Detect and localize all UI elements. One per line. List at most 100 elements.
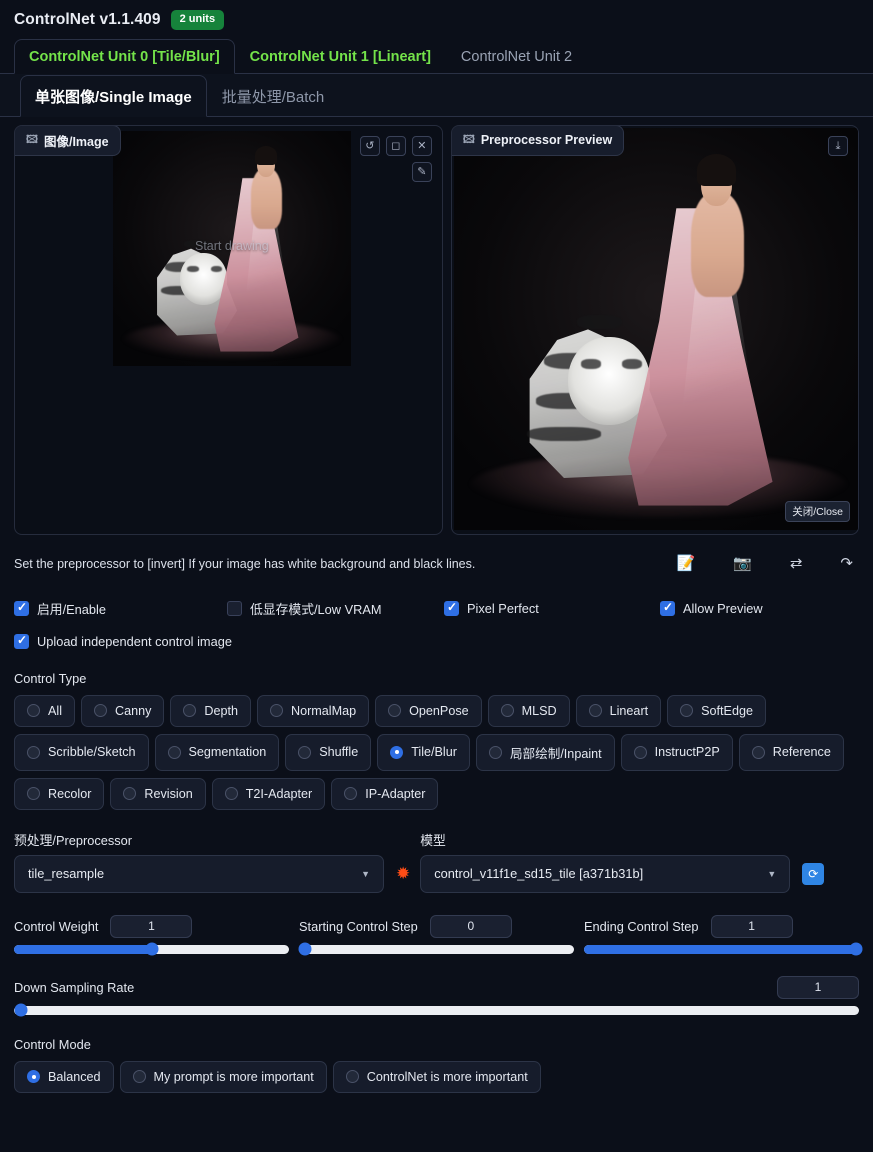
preprocessor-preview-pane[interactable]: 🖾 Preprocessor Preview ⤓ 关闭/Close	[450, 124, 859, 535]
preprocessor-dropdown[interactable]: tile_resample ▼	[14, 854, 384, 893]
radio-icon[interactable]	[388, 704, 402, 718]
control-type-scribble-sketch[interactable]: Scribble/Sketch	[14, 733, 149, 771]
radio-icon[interactable]	[123, 787, 137, 801]
control-type-label-revision: Revision	[144, 786, 193, 801]
send-arrow-icon[interactable]: ↷	[840, 556, 853, 571]
radio-icon[interactable]	[27, 1070, 40, 1084]
radio-icon[interactable]	[27, 745, 40, 759]
control-type-inpaint[interactable]: 局部绘制/Inpaint	[475, 733, 615, 771]
camera-icon[interactable]: 📷	[733, 556, 752, 571]
radio-icon[interactable]	[27, 787, 40, 801]
hint-row: Set the preprocessor to [invert] If your…	[14, 545, 859, 583]
low-vram-checkbox-box[interactable]	[227, 600, 242, 616]
radio-icon[interactable]	[390, 745, 404, 759]
checkbox-upload-independent-control-image[interactable]: Upload independent control image	[14, 633, 232, 649]
eraser-icon[interactable]: ◻	[385, 135, 406, 156]
checkbox-pixel-perfect[interactable]: Pixel Perfect	[444, 600, 660, 616]
control-weight-knob[interactable]	[145, 942, 158, 956]
edit-document-icon[interactable]: 📝	[676, 556, 695, 571]
control-type-canny[interactable]: Canny	[81, 694, 165, 727]
radio-icon[interactable]	[27, 704, 40, 718]
control-mode-balanced[interactable]: Balanced	[14, 1060, 114, 1093]
radio-icon[interactable]	[224, 787, 238, 801]
down-sampling-rate-track[interactable]	[14, 1003, 859, 1017]
input-image-pane[interactable]: 🖾 图像/Image ↺ ◻ ✕ ✎ Start drawing	[14, 124, 443, 535]
checkbox-enable[interactable]: 启用/Enable	[14, 599, 227, 618]
tab-controlnet-unit-2[interactable]: ControlNet Unit 2	[446, 39, 587, 74]
control-type-label-recolor: Recolor	[48, 786, 92, 801]
allow-preview-checkbox-box[interactable]	[660, 600, 675, 616]
radio-icon[interactable]	[167, 745, 181, 759]
starting-step-knob[interactable]	[298, 942, 311, 956]
tab-controlnet-unit-1[interactable]: ControlNet Unit 1 [Lineart]	[235, 39, 446, 74]
control-type-openpose[interactable]: OpenPose	[375, 694, 482, 727]
ending-control-step-slider: Ending Control Step 1	[584, 914, 863, 956]
control-type-softedge[interactable]: SoftEdge	[667, 694, 766, 727]
preprocessor-value: tile_resample	[28, 866, 105, 882]
control-type-mlsd[interactable]: MLSD	[487, 694, 570, 727]
close-icon[interactable]: ✕	[411, 135, 432, 156]
brush-icon[interactable]: ✎	[411, 161, 432, 182]
ending-step-track[interactable]	[584, 942, 863, 956]
control-type-tile-blur[interactable]: Tile/Blur	[377, 733, 470, 771]
checkbox-low-vram[interactable]: 低显存模式/Low VRAM	[227, 599, 444, 618]
down-sampling-rate-knob[interactable]	[14, 1003, 28, 1017]
undo-icon[interactable]: ↺	[359, 135, 380, 156]
upload-independent-checkbox-box[interactable]	[14, 633, 29, 649]
controlnet-unit-panel: 🖾 图像/Image ↺ ◻ ✕ ✎ Start drawing 🖾 Prepr…	[0, 124, 873, 1093]
enable-checkbox-box[interactable]	[14, 600, 29, 616]
control-type-t2i-adapter[interactable]: T2I-Adapter	[211, 777, 326, 810]
control-type-all[interactable]: All	[14, 694, 75, 727]
starting-step-track[interactable]	[298, 942, 574, 956]
control-type-revision[interactable]: Revision	[110, 777, 206, 810]
tab-single-image[interactable]: 单张图像/Single Image	[20, 74, 207, 117]
control-type-recolor[interactable]: Recolor	[14, 777, 105, 810]
radio-icon[interactable]	[183, 704, 197, 718]
radio-icon[interactable]	[633, 745, 647, 759]
control-type-ip-adapter[interactable]: IP-Adapter	[331, 777, 439, 810]
tab-controlnet-unit-0[interactable]: ControlNet Unit 0 [Tile/Blur]	[14, 38, 235, 74]
swap-icon[interactable]: ⇄	[790, 556, 803, 571]
refresh-icon[interactable]: ⟳	[802, 862, 825, 885]
control-mode-my-prompt[interactable]: My prompt is more important	[119, 1060, 327, 1093]
starting-step-value[interactable]: 0	[429, 914, 512, 938]
radio-icon[interactable]	[345, 1070, 359, 1084]
control-mode-label: Control Mode	[14, 1036, 91, 1052]
control-type-label-openpose: OpenPose	[409, 703, 469, 718]
radio-icon[interactable]	[270, 704, 284, 718]
radio-icon[interactable]	[298, 745, 312, 759]
control-type-depth[interactable]: Depth	[170, 694, 252, 727]
radio-icon[interactable]	[751, 745, 765, 759]
control-weight-track[interactable]	[14, 942, 289, 956]
spark-icon[interactable]: ✹	[396, 865, 410, 882]
radio-icon[interactable]	[588, 704, 602, 718]
down-sampling-rate-value[interactable]: 1	[777, 975, 859, 999]
control-weight-value[interactable]: 1	[110, 914, 193, 938]
radio-icon[interactable]	[488, 745, 502, 759]
control-type-shuffle[interactable]: Shuffle	[285, 733, 372, 771]
control-type-instructp2p[interactable]: InstructP2P	[620, 733, 733, 771]
control-type-normalmap[interactable]: NormalMap	[257, 694, 370, 727]
close-preview-button[interactable]: 关闭/Close	[785, 500, 850, 522]
control-mode-controlnet[interactable]: ControlNet is more important	[332, 1060, 541, 1093]
down-sampling-rate-head: Down Sampling Rate 1	[14, 975, 859, 999]
preprocessor-preview-tag-label: Preprocessor Preview	[480, 133, 613, 148]
radio-icon[interactable]	[500, 704, 514, 718]
checkbox-allow-preview[interactable]: Allow Preview	[660, 600, 763, 616]
tab-batch[interactable]: 批量处理/Batch	[207, 75, 340, 117]
options-row-2: Upload independent control image	[14, 633, 859, 649]
control-type-reference[interactable]: Reference	[738, 733, 844, 771]
radio-icon[interactable]	[132, 1070, 146, 1084]
radio-icon[interactable]	[344, 787, 358, 801]
preprocessor-controls: tile_resample ▼ ✹	[14, 854, 410, 893]
download-icon[interactable]: ⤓	[828, 135, 848, 156]
pixel-perfect-checkbox-box[interactable]	[444, 600, 459, 616]
model-dropdown[interactable]: control_v11f1e_sd15_tile [a371b31b] ▼	[420, 854, 791, 893]
control-type-lineart[interactable]: Lineart	[575, 694, 662, 727]
ending-step-head: Ending Control Step 1	[584, 914, 859, 938]
control-type-segmentation[interactable]: Segmentation	[154, 733, 280, 771]
ending-step-value[interactable]: 1	[710, 914, 793, 938]
radio-icon[interactable]	[680, 704, 694, 718]
radio-icon[interactable]	[94, 704, 107, 718]
ending-step-knob[interactable]	[849, 942, 863, 956]
